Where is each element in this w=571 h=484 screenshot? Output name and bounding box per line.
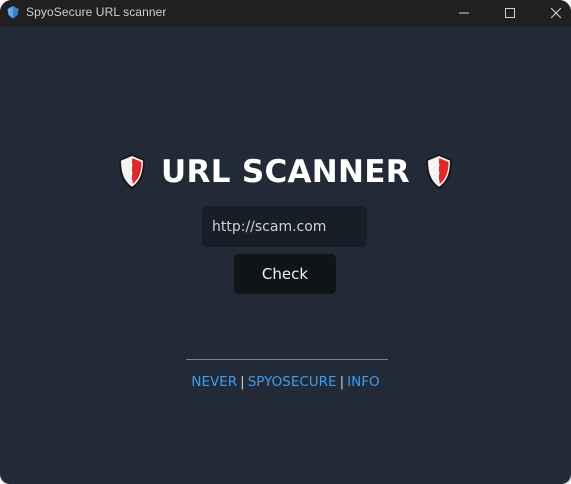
app-logo-icon bbox=[7, 6, 19, 19]
link-never[interactable]: NEVER bbox=[191, 374, 237, 390]
check-button[interactable]: Check bbox=[234, 254, 336, 294]
minimize-icon bbox=[459, 12, 469, 14]
maximize-icon bbox=[505, 8, 515, 18]
app-window: SpyoSecure URL scanner URL SCANNER http:… bbox=[0, 0, 571, 484]
window-title: SpyoSecure URL scanner bbox=[26, 5, 167, 19]
page-title: URL SCANNER bbox=[161, 154, 410, 190]
shield-icon bbox=[119, 153, 146, 190]
minimize-button[interactable] bbox=[441, 0, 487, 26]
close-button[interactable] bbox=[533, 0, 571, 26]
footer-links: NEVER | SPYOSECURE | INFO bbox=[0, 374, 571, 390]
shield-icon bbox=[425, 153, 452, 190]
close-icon bbox=[551, 8, 561, 18]
title-bar[interactable]: SpyoSecure URL scanner bbox=[0, 0, 571, 26]
divider bbox=[186, 359, 388, 360]
separator: | bbox=[240, 374, 245, 390]
heading: URL SCANNER bbox=[0, 148, 571, 196]
maximize-button[interactable] bbox=[487, 0, 533, 26]
link-spyosecure[interactable]: SPYOSECURE bbox=[248, 374, 337, 390]
separator: | bbox=[339, 374, 345, 390]
link-info[interactable]: INFO bbox=[347, 374, 379, 390]
url-input[interactable] bbox=[202, 206, 367, 247]
